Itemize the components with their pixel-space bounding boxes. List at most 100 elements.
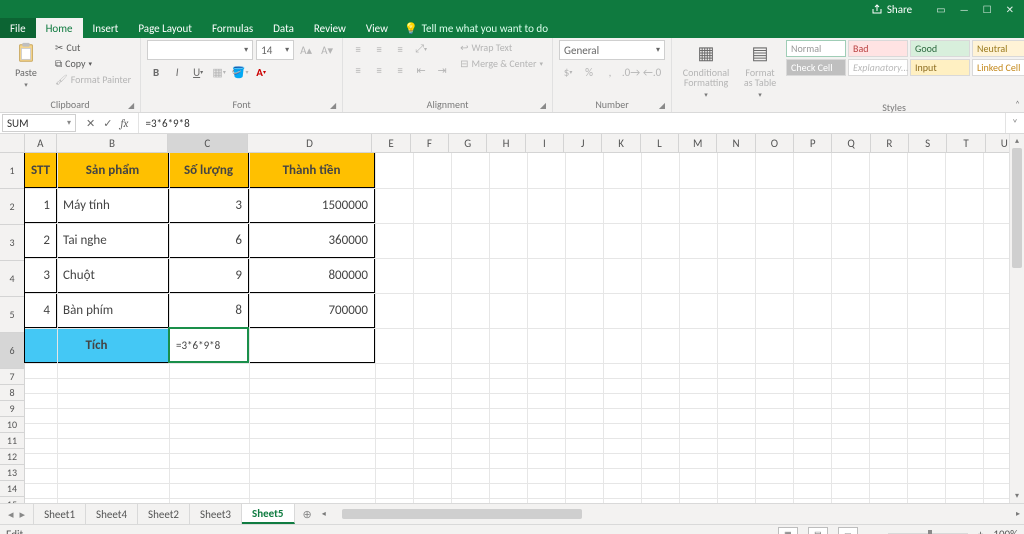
merge-center-button[interactable]: ⊟Merge & Center▾ bbox=[457, 56, 546, 71]
cell-so-luong[interactable]: 9 bbox=[168, 257, 249, 293]
decrease-font-icon[interactable]: A▾ bbox=[318, 41, 336, 59]
col-header[interactable]: H bbox=[487, 134, 525, 152]
share-button[interactable]: Share bbox=[871, 3, 912, 16]
row-header[interactable]: 9 bbox=[0, 401, 24, 417]
add-sheet-button[interactable]: ⊕ bbox=[295, 504, 320, 524]
col-header[interactable]: P bbox=[794, 134, 832, 152]
vertical-scrollbar[interactable]: ▴ ▾ bbox=[1009, 134, 1024, 503]
cell-thanh-tien[interactable]: 700000 bbox=[248, 292, 375, 328]
dialog-launcher-icon[interactable]: ◢ bbox=[540, 101, 546, 111]
cell-thanh-tien[interactable]: 800000 bbox=[248, 257, 375, 293]
expand-formula-bar-icon[interactable]: ˅ bbox=[1005, 113, 1024, 133]
hdr-stt[interactable]: STT bbox=[24, 153, 57, 188]
row-header[interactable]: 4 bbox=[0, 261, 24, 297]
cell-thanh-tien[interactable]: 360000 bbox=[248, 222, 375, 258]
borders-button[interactable]: ▦▾ bbox=[210, 63, 228, 81]
bold-button[interactable]: B bbox=[147, 63, 165, 81]
comma-format-icon[interactable]: , bbox=[601, 63, 619, 81]
cell-san-pham[interactable]: Tai nghe bbox=[56, 222, 169, 258]
tab-view[interactable]: View bbox=[356, 18, 398, 38]
dialog-launcher-icon[interactable]: ◢ bbox=[330, 101, 336, 111]
tab-data[interactable]: Data bbox=[263, 18, 304, 38]
sheet-nav[interactable]: ◂▸ bbox=[0, 504, 34, 524]
maximize-icon[interactable]: ☐ bbox=[983, 3, 992, 16]
italic-button[interactable]: I bbox=[168, 63, 186, 81]
row-header[interactable]: 3 bbox=[0, 225, 24, 261]
accounting-format-icon[interactable]: $▾ bbox=[559, 63, 577, 81]
enter-formula-icon[interactable]: ✓ bbox=[103, 117, 112, 130]
window-controls[interactable]: ▭ — ☐ ✕ bbox=[926, 3, 1024, 16]
col-header[interactable]: A bbox=[25, 134, 57, 152]
align-center-icon[interactable]: ≡ bbox=[370, 61, 388, 79]
row-header[interactable]: 11 bbox=[0, 433, 24, 449]
formula-input[interactable]: =3*6*9*8 bbox=[138, 113, 1005, 133]
underline-button[interactable]: U▾ bbox=[189, 63, 207, 81]
cell-san-pham[interactable]: Bàn phím bbox=[56, 292, 169, 328]
col-header[interactable]: E bbox=[372, 134, 410, 152]
minimize-icon[interactable]: — bbox=[960, 3, 969, 16]
row-header[interactable]: 1 bbox=[0, 153, 24, 189]
cell-san-pham[interactable]: Chuột bbox=[56, 257, 169, 293]
font-name-combo[interactable]: ▾ bbox=[147, 40, 253, 60]
col-header[interactable]: D bbox=[248, 134, 373, 152]
row-header[interactable]: 14 bbox=[0, 481, 24, 497]
sheet-tab[interactable]: Sheet5 bbox=[242, 504, 295, 524]
scroll-right-icon[interactable]: ▸ bbox=[1014, 509, 1022, 519]
col-header[interactable]: N bbox=[717, 134, 755, 152]
decrease-decimal-icon[interactable]: ←.0 bbox=[643, 63, 661, 81]
number-format-combo[interactable]: General▾ bbox=[559, 40, 665, 60]
hdr-so-luong[interactable]: Số lượng bbox=[168, 153, 249, 188]
zoom-level[interactable]: 100% bbox=[993, 528, 1018, 534]
style-cell[interactable]: Neutral bbox=[972, 40, 1024, 57]
align-left-icon[interactable]: ≡ bbox=[349, 61, 367, 79]
style-cell[interactable]: Bad bbox=[848, 40, 908, 57]
increase-decimal-icon[interactable]: .0→ bbox=[622, 63, 640, 81]
cell-so-luong[interactable]: 6 bbox=[168, 222, 249, 258]
row-header[interactable]: 13 bbox=[0, 465, 24, 481]
zoom-out-icon[interactable]: — bbox=[868, 528, 878, 534]
ribbon-options-icon[interactable]: ▭ bbox=[936, 3, 945, 16]
increase-indent-icon[interactable]: ⇥ bbox=[433, 61, 451, 79]
style-cell[interactable]: Linked Cell bbox=[972, 59, 1024, 76]
cell-stt[interactable]: 1 bbox=[24, 187, 57, 223]
align-right-icon[interactable]: ≡ bbox=[391, 61, 409, 79]
select-all-corner[interactable] bbox=[0, 134, 25, 152]
tich-thanh-tien[interactable] bbox=[248, 327, 375, 363]
cell-so-luong[interactable]: 8 bbox=[168, 292, 249, 328]
style-cell[interactable]: Normal bbox=[786, 40, 846, 57]
cell-stt[interactable]: 4 bbox=[24, 292, 57, 328]
zoom-in-icon[interactable]: + bbox=[978, 528, 983, 534]
percent-format-icon[interactable]: % bbox=[580, 63, 598, 81]
cell-thanh-tien[interactable]: 1500000 bbox=[248, 187, 375, 223]
orientation-icon[interactable]: ⤢▾ bbox=[412, 40, 430, 58]
fill-color-button[interactable]: 🪣▾ bbox=[231, 63, 249, 81]
row-header[interactable]: 7 bbox=[0, 369, 24, 385]
style-cell[interactable]: Good bbox=[910, 40, 970, 57]
fx-icon[interactable]: fx bbox=[120, 117, 128, 130]
scroll-thumb[interactable] bbox=[1012, 148, 1022, 268]
view-page-break-icon[interactable]: ▭ bbox=[838, 527, 858, 534]
decrease-indent-icon[interactable]: ⇤ bbox=[412, 61, 430, 79]
col-header[interactable]: B bbox=[57, 134, 168, 152]
horizontal-scrollbar[interactable]: ◂ ▸ bbox=[320, 504, 1024, 524]
tab-formulas[interactable]: Formulas bbox=[202, 18, 263, 38]
row-header[interactable]: 2 bbox=[0, 189, 24, 225]
col-header[interactable]: I bbox=[526, 134, 564, 152]
style-cell[interactable]: Input bbox=[910, 59, 970, 76]
align-middle-icon[interactable]: ≡ bbox=[370, 40, 388, 58]
sheet-tab[interactable]: Sheet3 bbox=[190, 504, 242, 524]
wrap-text-button[interactable]: ↩Wrap Text bbox=[457, 40, 546, 55]
cell-so-luong[interactable]: 3 bbox=[168, 187, 249, 223]
align-top-icon[interactable]: ≡ bbox=[349, 40, 367, 58]
col-header[interactable]: G bbox=[449, 134, 487, 152]
view-normal-icon[interactable]: ▦ bbox=[778, 527, 798, 534]
sheet-tab[interactable]: Sheet2 bbox=[138, 504, 190, 524]
tab-page-layout[interactable]: Page Layout bbox=[128, 18, 202, 38]
dialog-launcher-icon[interactable]: ◢ bbox=[128, 101, 134, 111]
col-header[interactable]: R bbox=[871, 134, 909, 152]
tab-review[interactable]: Review bbox=[304, 18, 356, 38]
col-header[interactable]: C bbox=[168, 134, 248, 152]
name-box[interactable]: SUM▾ bbox=[2, 114, 76, 132]
scroll-down-icon[interactable]: ▾ bbox=[1010, 489, 1024, 503]
col-header[interactable]: S bbox=[909, 134, 947, 152]
